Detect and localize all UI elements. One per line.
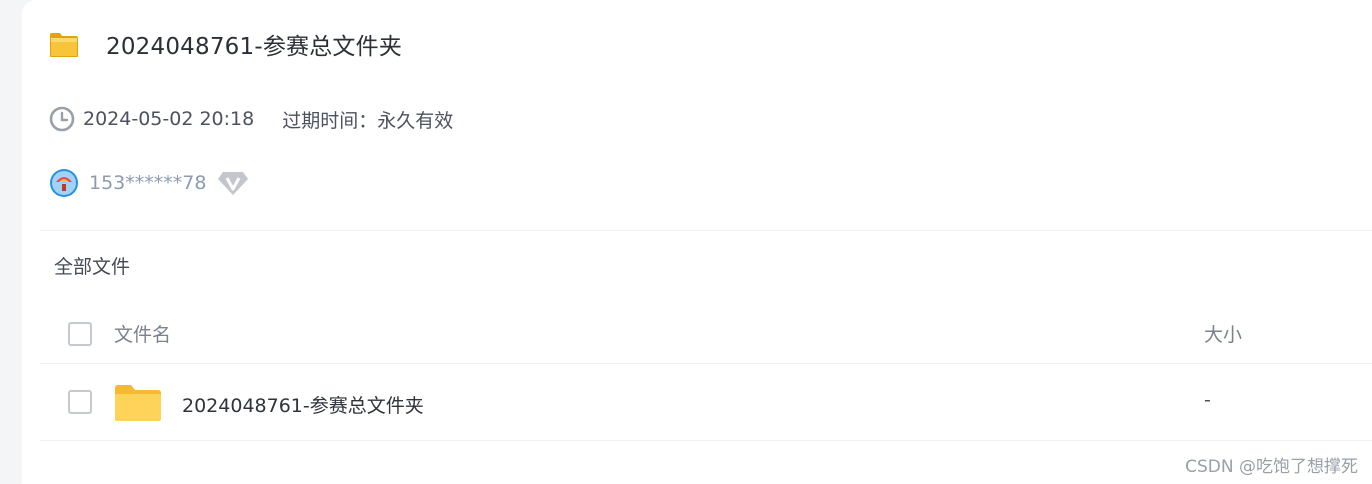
file-table-header: 文件名 大小 [40,304,1372,364]
breadcrumb[interactable]: 全部文件 [54,252,130,279]
share-meta: 2024-05-02 20:18 过期时间：永久有效 [49,104,453,134]
vip-diamond-icon [218,172,249,195]
user-avatar[interactable] [49,168,79,198]
file-size: - [1204,389,1211,411]
column-header-size[interactable]: 大小 [1204,320,1242,347]
share-title: 2024048761-参赛总文件夹 [106,34,403,60]
column-header-name[interactable]: 文件名 [114,320,171,347]
file-name[interactable]: 2024048761-参赛总文件夹 [182,391,424,418]
sharer-info: 153******78 [49,167,250,199]
created-time: 2024-05-02 20:18 [83,108,255,130]
share-panel: 2024048761-参赛总文件夹 2024-05-02 20:18 过期时间：… [22,0,1372,484]
row-checkbox[interactable] [68,390,92,414]
expiry-text: 过期时间：永久有效 [282,109,454,132]
watermark: CSDN @吃饱了想撑死 [1185,457,1358,477]
clock-icon [49,106,75,132]
folder-icon [50,33,78,57]
section-divider [40,230,1372,231]
select-all-checkbox[interactable] [68,322,92,346]
user-name: 153******78 [89,172,207,194]
table-row[interactable]: 2024048761-参赛总文件夹 - [40,364,1372,441]
folder-icon [115,385,161,421]
